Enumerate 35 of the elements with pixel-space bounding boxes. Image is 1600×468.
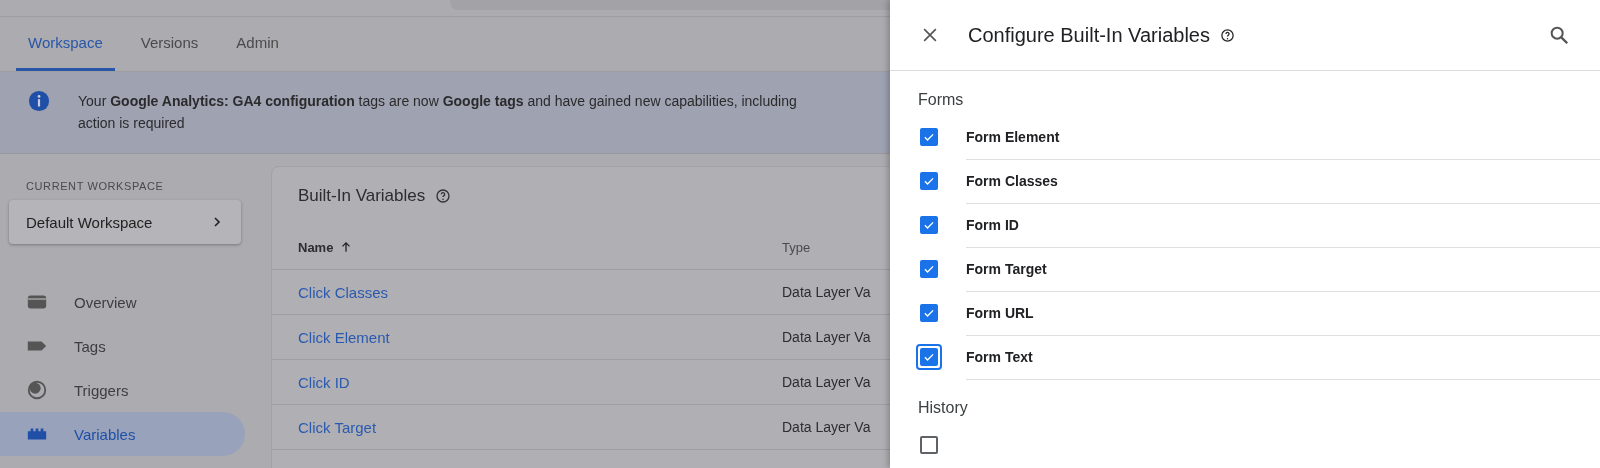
nav-item[interactable]: Triggers — [0, 368, 245, 412]
help-icon — [1220, 27, 1235, 43]
checkbox-label: Form Target — [966, 260, 1047, 277]
search-icon[interactable] — [1548, 24, 1570, 46]
checkbox-label: Form Text — [966, 348, 1033, 365]
checkbox-label: Form Classes — [966, 172, 1058, 189]
column-header: Type — [782, 239, 811, 255]
table-cell: Data Layer Va — [782, 329, 871, 345]
variable-link[interactable]: Click Element — [298, 328, 390, 346]
table-cell: Data Layer Va — [782, 374, 871, 390]
info-icon — [28, 90, 50, 112]
workspace-selector[interactable]: Default Workspace — [9, 200, 241, 244]
help-icon — [435, 188, 452, 204]
checkbox-label: Form ID — [966, 216, 1019, 233]
table-cell: Data Layer Va — [782, 284, 871, 300]
tab[interactable]: Versions — [128, 17, 211, 71]
circles-icon — [26, 379, 48, 401]
tab[interactable]: Admin — [224, 17, 291, 71]
panel-title: Configure Built-In Variables — [968, 23, 1210, 47]
variable-link[interactable]: Click ID — [298, 373, 350, 391]
checkbox-label: Form URL — [966, 304, 1034, 321]
nav-item[interactable]: Overview — [0, 280, 245, 324]
table-cell: Data Layer Va — [782, 419, 871, 435]
nav-item[interactable]: Tags — [0, 324, 245, 368]
checkbox-label: Form Element — [966, 128, 1060, 145]
section-label: CURRENT WORKSPACE — [25, 180, 165, 192]
variable-link[interactable]: Click Target — [298, 418, 377, 436]
checkbox[interactable] — [916, 344, 942, 370]
card-title: Built-In Variables — [298, 186, 426, 206]
nav-item[interactable]: Variables — [0, 412, 245, 456]
section-title: Forms — [917, 90, 965, 110]
variable-link[interactable]: Click Classes — [298, 283, 388, 301]
column-header[interactable]: Name — [298, 239, 334, 255]
banner-message: Your Google Analytics: GA4 configuration tags are now Google tags and have gained new capabilities, including action is required — [78, 92, 797, 133]
section-title: History — [917, 398, 969, 418]
